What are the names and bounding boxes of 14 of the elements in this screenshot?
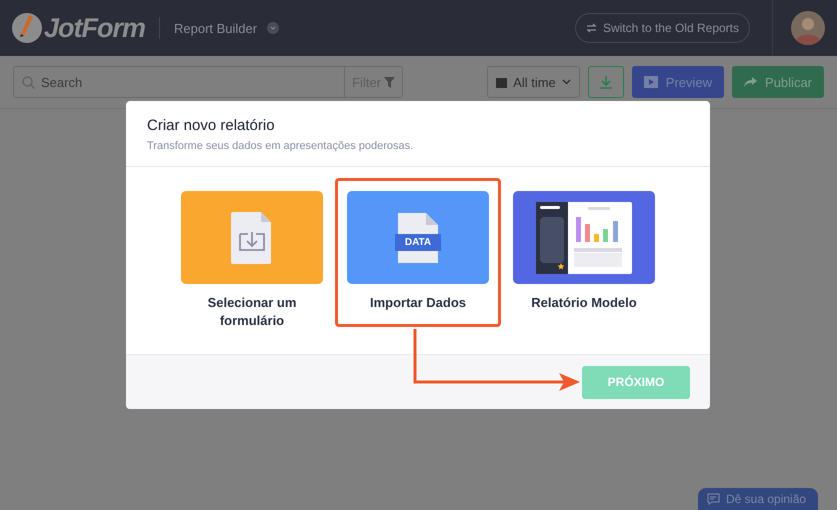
date-range-dropdown[interactable]: All time: [487, 66, 580, 98]
logo[interactable]: JotForm: [44, 12, 145, 44]
option-label: Selecionar um formulário: [206, 294, 298, 330]
app-title: Report Builder: [174, 20, 258, 36]
publish-button[interactable]: Publicar: [732, 66, 824, 98]
dialog-subtitle: Transforme seus dados em apresentações poderosas.: [147, 140, 414, 152]
data-label: DATA: [395, 234, 441, 250]
option-tile[interactable]: DATA: [347, 191, 489, 284]
feedback-button[interactable]: Dê sua opinião: [698, 488, 818, 510]
option-label: Relatório Modelo: [530, 294, 638, 312]
option-label: Importar Dados: [368, 294, 468, 312]
preview-button[interactable]: Preview: [632, 66, 724, 98]
dialog-title: Criar novo relatório: [147, 117, 276, 134]
switch-button[interactable]: Switch to the Old Reports: [574, 13, 750, 43]
